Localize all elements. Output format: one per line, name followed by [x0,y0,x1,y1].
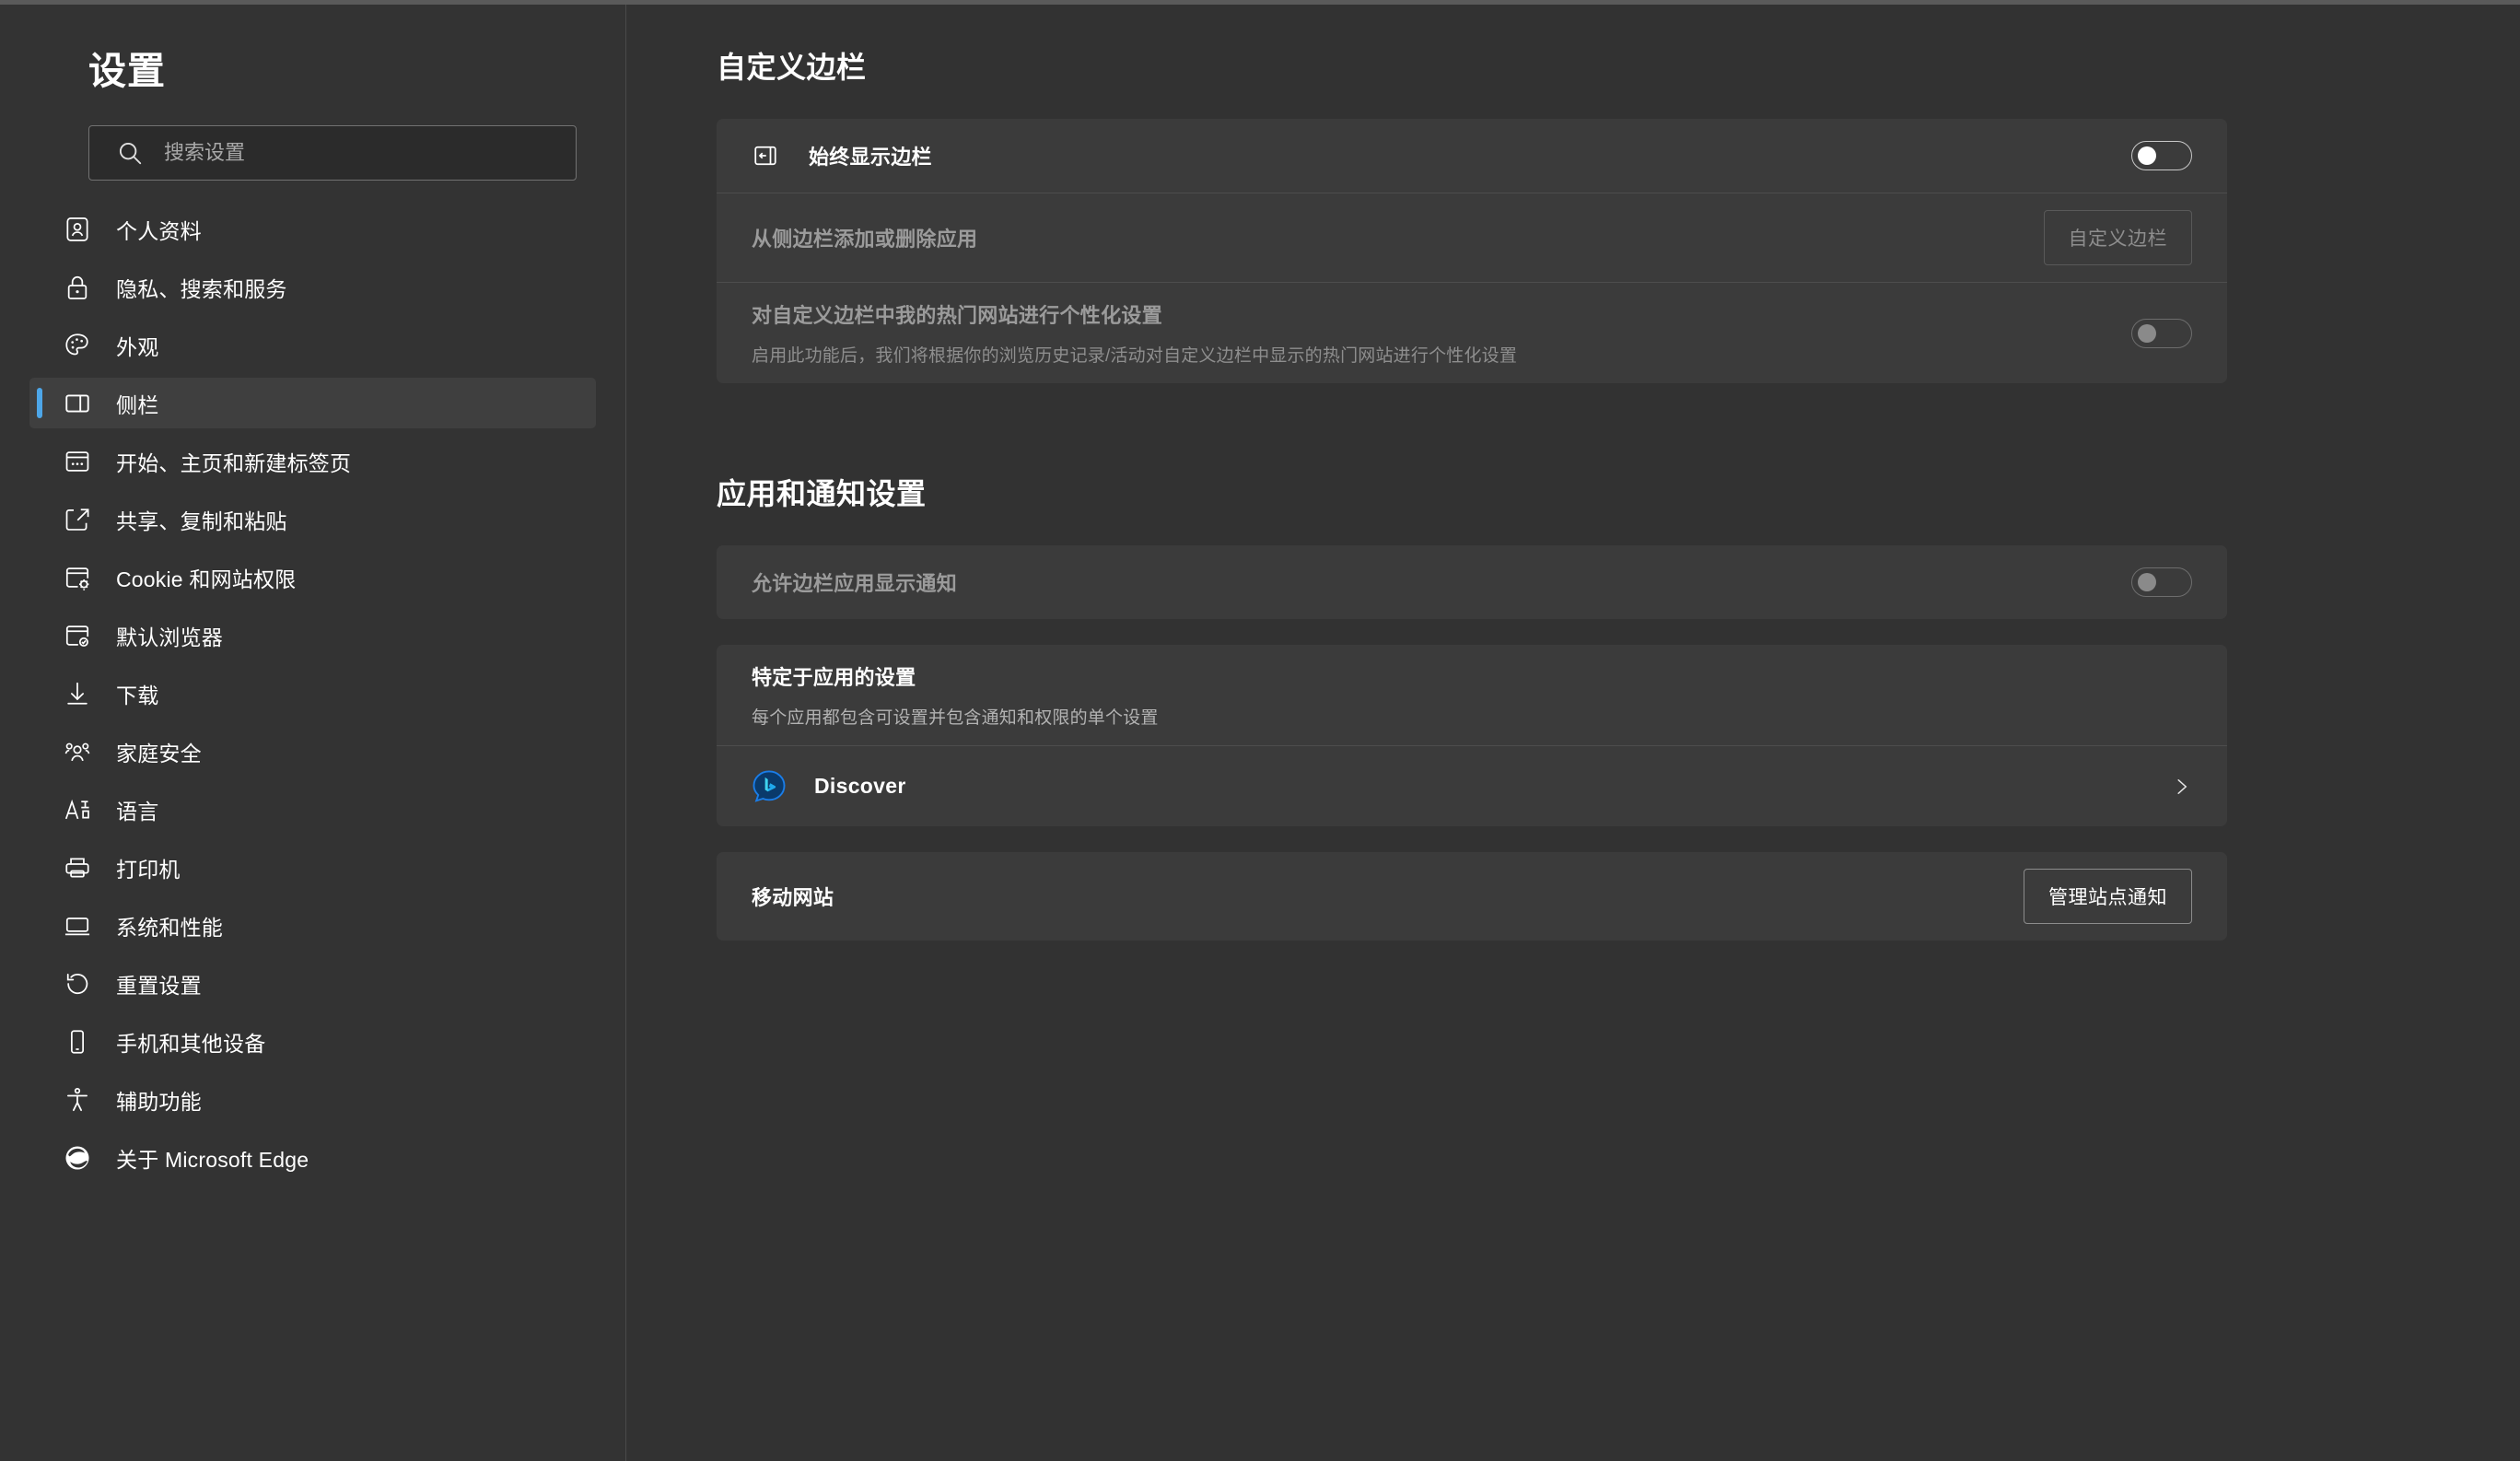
row-title: 特定于应用的设置 [752,666,916,689]
app-specific-settings-card: 特定于应用的设置 每个应用都包含可设置并包含通知和权限的单个设置 Discove… [717,645,2227,826]
search-input[interactable] [164,141,561,166]
personalize-top-sites-toggle[interactable] [2131,318,2192,348]
section-title-customize-sidebar: 自定义边栏 [717,51,867,84]
row-title: 从侧边栏添加或删除应用 [752,228,978,251]
language-icon [64,799,89,819]
mobile-sites-card: 移动网站 管理站点通知 [717,852,2227,941]
row-discover-app[interactable]: Discover [717,745,2227,826]
sidebar-item-start-home-newtab[interactable]: 开始、主页和新建标签页 [29,436,596,486]
sidebar-item-about-edge[interactable]: 关于 Microsoft Edge [29,1132,596,1183]
always-show-sidebar-toggle[interactable] [2131,141,2192,170]
sidebar-item-downloads[interactable]: 下载 [29,668,596,719]
search-settings-box[interactable] [88,125,577,181]
sidebar-item-cookies-permissions[interactable]: Cookie 和网站权限 [29,552,596,602]
sidebar-item-system-performance[interactable]: 系统和性能 [29,900,596,951]
search-icon [119,143,142,165]
sidebar-item-label: 重置设置 [116,973,202,998]
printer-icon [65,858,89,878]
row-title: 移动网站 [752,886,834,909]
sidebar-item-label: 隐私、搜索和服务 [116,276,287,301]
sidebar-item-label: 开始、主页和新建标签页 [116,450,352,475]
sidebar-item-label: 关于 Microsoft Edge [116,1147,309,1172]
profile-icon [66,216,88,241]
settings-nav-list: 个人资料 隐私、搜索和服务 外观 侧栏 开始、主页和新建标签页 共享、复制和粘贴… [0,204,625,1183]
row-subtitle: 启用此功能后，我们将根据你的浏览历史记录/活动对自定义边栏中显示的热门网站进行个… [752,346,1518,366]
sidebar-item-label: 共享、复制和粘贴 [116,508,287,533]
sidebar-item-share-copy-paste[interactable]: 共享、复制和粘贴 [29,494,596,544]
app-name: Discover [814,774,906,798]
sidebar-item-languages[interactable]: 语言 [29,784,596,835]
window-top-edge [0,0,2520,5]
sidebar-item-label: 个人资料 [116,218,202,243]
row-mobile-sites: 移动网站 管理站点通知 [717,852,2227,941]
row-subtitle: 每个应用都包含可设置并包含通知和权限的单个设置 [752,708,1159,728]
sidebar-item-reset-settings[interactable]: 重置设置 [29,958,596,1009]
customize-sidebar-card: 始终显示边栏 从侧边栏添加或删除应用 自定义边栏 对自定义边栏中我的热门网站进行… [717,119,2227,383]
row-personalize-top-sites: 对自定义边栏中我的热门网站进行个性化设置 启用此功能后，我们将根据你的浏览历史记… [717,282,2227,383]
row-add-remove-sidebar-apps: 从侧边栏添加或删除应用 自定义边栏 [717,193,2227,282]
row-always-show-sidebar: 始终显示边栏 [717,119,2227,193]
default-browser-icon [65,625,89,647]
manage-site-notifications-button[interactable]: 管理站点通知 [2024,869,2192,924]
customize-sidebar-button[interactable]: 自定义边栏 [2043,210,2192,265]
sidebar-toggle-icon [754,146,776,166]
sidebar-item-label: 打印机 [116,857,181,882]
sidebar-item-label: 系统和性能 [116,915,223,940]
palette-icon [65,333,88,355]
toggle-knob [2138,146,2156,165]
row-allow-sidebar-app-notifications: 允许边栏应用显示通知 [717,545,2227,619]
settings-page: 设置 个人资料 [0,0,2520,1461]
toggle-knob [2138,573,2156,591]
sidebar-item-label: 下载 [116,683,159,707]
row-app-specific-settings: 特定于应用的设置 每个应用都包含可设置并包含通知和权限的单个设置 [717,645,2227,745]
sidebar-item-label: 侧栏 [116,392,159,417]
sidebar-item-printers[interactable]: 打印机 [29,842,596,893]
row-title: 对自定义边栏中我的热门网站进行个性化设置 [752,304,1163,327]
settings-content: 自定义边栏 始终显示边栏 从侧边栏添加或删除应用 自定义边栏 对自定义边栏中我的… [626,0,2520,1461]
row-title: 始终显示边栏 [809,146,932,169]
sidebar-item-label: 语言 [116,799,159,824]
sidebar-item-appearance[interactable]: 外观 [29,320,596,370]
new-tab-page-icon [65,450,89,472]
sidebar-item-profile[interactable]: 个人资料 [29,204,596,254]
sidebar-item-accessibility[interactable]: 辅助功能 [29,1074,596,1125]
download-icon [67,682,88,705]
sidebar-item-phone-other-devices[interactable]: 手机和其他设备 [29,1016,596,1067]
sidebar-item-label: Cookie 和网站权限 [116,567,297,591]
sidebar-panel-icon [65,394,89,413]
phone-icon [71,1029,84,1054]
family-icon [64,742,90,761]
sidebar-item-label: 默认浏览器 [116,625,223,649]
section-title-app-notification-settings: 应用和通知设置 [717,477,927,510]
cookie-settings-icon [65,567,89,590]
toggle-knob [2138,323,2156,343]
accessibility-icon [67,1087,88,1111]
sidebar-item-label: 家庭安全 [116,741,202,766]
sidebar-item-family-safety[interactable]: 家庭安全 [29,726,596,777]
lock-icon [67,275,88,299]
sidebar-item-label: 辅助功能 [116,1089,202,1114]
reset-icon [66,973,88,994]
sidebar-item-privacy[interactable]: 隐私、搜索和服务 [29,262,596,312]
sidebar-item-sidebar[interactable]: 侧栏 [29,378,596,429]
allow-notifications-toggle[interactable] [2131,567,2192,597]
bing-discover-icon [752,770,786,802]
page-title: 设置 [88,50,166,92]
sidebar-item-label: 外观 [116,334,159,359]
settings-sidebar: 设置 个人资料 [0,0,626,1461]
allow-notifications-card: 允许边栏应用显示通知 [717,545,2227,619]
share-icon [65,508,89,531]
row-title: 允许边栏应用显示通知 [752,572,958,595]
system-icon [64,917,90,935]
chevron-right-icon [2177,778,2188,794]
sidebar-item-label: 手机和其他设备 [116,1031,266,1056]
edge-logo-icon [65,1146,89,1170]
sidebar-item-default-browser[interactable]: 默认浏览器 [29,610,596,660]
